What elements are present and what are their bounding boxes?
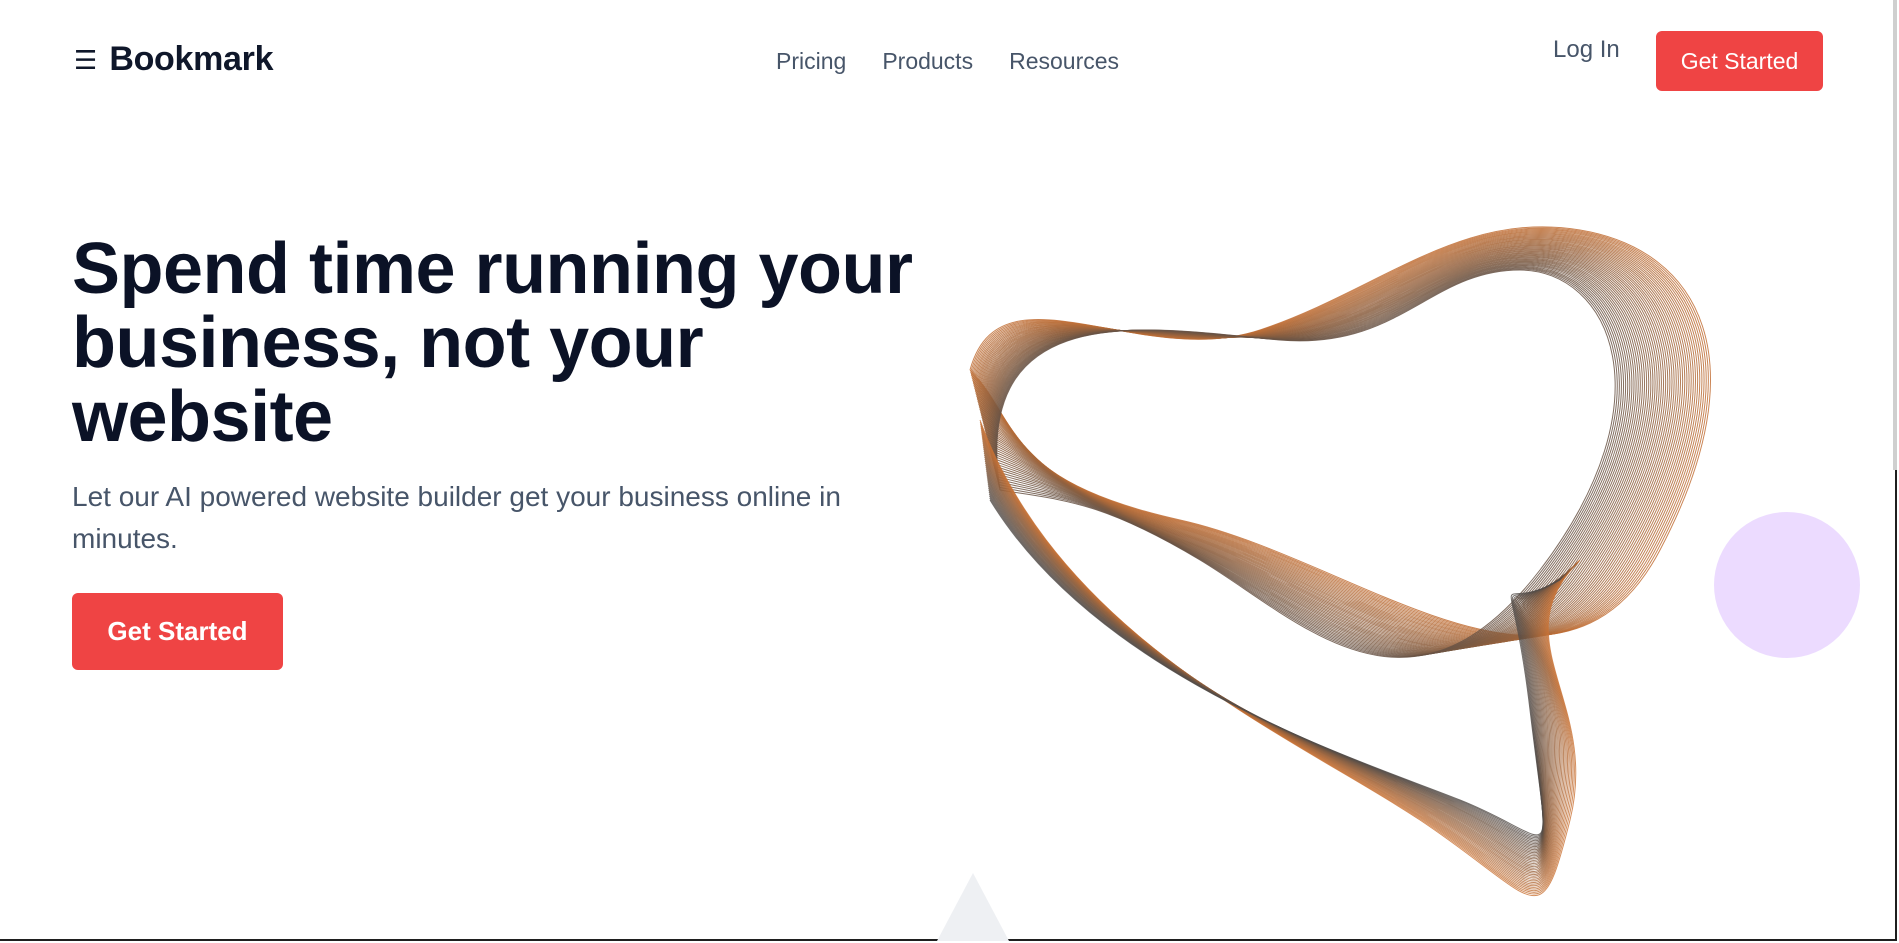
mesh-line [988,491,1563,842]
nav-link-products[interactable]: Products [882,48,973,75]
nav-link-resources[interactable]: Resources [1009,48,1119,75]
login-link[interactable]: Log In [1553,36,1620,64]
mesh-line [989,497,1561,837]
mesh-line [986,475,1567,854]
main-nav: Pricing Products Resources [776,48,1119,75]
brand[interactable]: ☰ Bookmark [74,40,274,79]
mesh-line [984,456,1572,868]
mesh-line [988,493,1562,840]
mesh-line [984,460,1571,865]
mesh-line [987,483,1565,848]
mesh-line [985,464,1570,861]
mesh-line [987,485,1564,846]
brand-name[interactable]: Bookmark [109,40,273,79]
mesh-line [988,487,1564,845]
purple-circle-decoration [1714,512,1860,658]
wave-mesh-illustration [969,226,1711,897]
mesh-line [989,495,1562,839]
mesh-line [974,233,1696,640]
header-get-started-button[interactable]: Get Started [1656,31,1823,91]
mesh-line [984,458,1571,866]
mesh-line [983,448,1574,874]
mesh-line [987,481,1565,849]
mesh-line [986,477,1566,852]
menu-icon[interactable]: ☰ [74,47,97,73]
mesh-line [985,471,1568,857]
hero-subtitle: Let our AI powered website builder get y… [72,481,841,554]
mesh-line [983,450,1573,872]
mesh-line [985,469,1568,858]
mesh-line [984,462,1570,863]
mesh-line [983,452,1573,871]
mesh-line [989,499,1561,836]
mesh-line [985,466,1569,860]
triangle-decoration [937,873,1009,941]
mesh-line [988,489,1563,843]
mesh-line [986,479,1566,851]
mesh-line [983,454,1572,869]
site-header: ☰ Bookmark Pricing Products Resources Lo… [0,0,1899,120]
hero-get-started-button[interactable]: Get Started [72,593,283,670]
nav-link-pricing[interactable]: Pricing [776,48,846,75]
hero-title: Spend time running your business, not yo… [72,229,913,457]
mesh-line [986,473,1567,855]
